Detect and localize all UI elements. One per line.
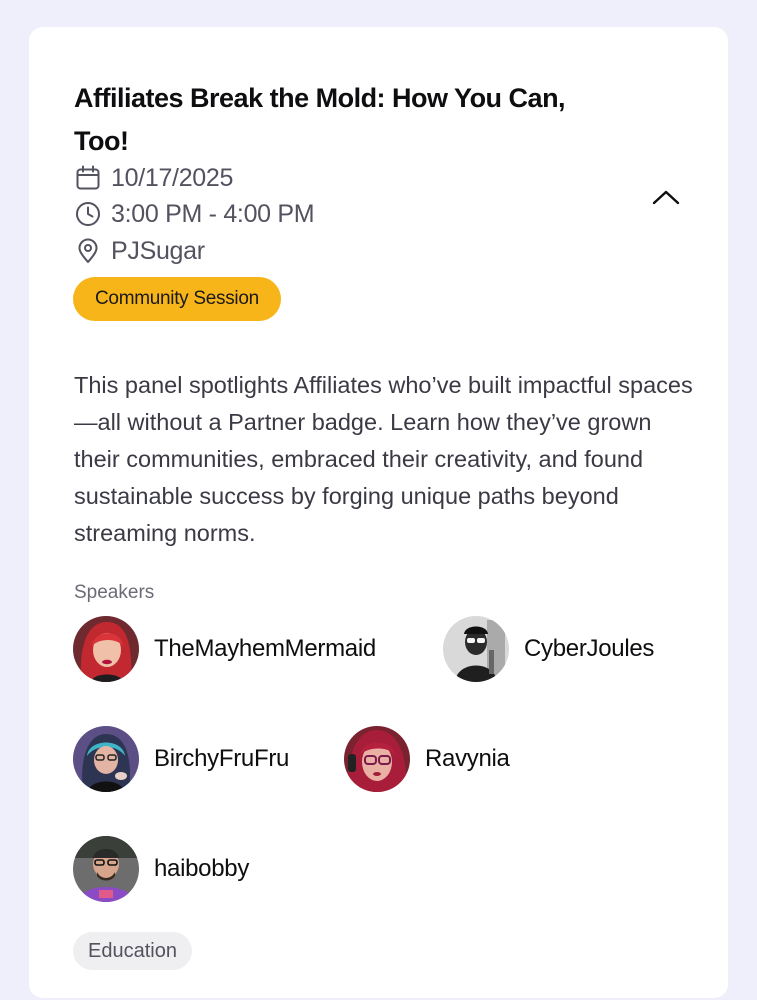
speaker-item[interactable]: Ravynia — [344, 726, 510, 792]
speaker-avatar — [344, 726, 410, 792]
event-location-row: PJSugar — [74, 236, 205, 266]
session-type-badge: Community Session — [73, 277, 281, 321]
speaker-name: TheMayhemMermaid — [154, 635, 376, 662]
speaker-name: CyberJoules — [524, 635, 655, 662]
topic-tag[interactable]: Education — [73, 932, 192, 970]
speaker-avatar — [443, 616, 509, 682]
speaker-name: BirchyFruFru — [154, 745, 290, 772]
collapse-button[interactable] — [645, 179, 687, 215]
event-date: 10/17/2025 — [111, 163, 234, 192]
speaker-item[interactable]: haibobby — [73, 836, 249, 902]
clock-icon — [74, 200, 102, 228]
speaker-name: Ravynia — [425, 745, 510, 772]
event-time-row: 3:00 PM - 4:00 PM — [74, 199, 315, 229]
speaker-avatar — [73, 616, 139, 682]
speaker-name: haibobby — [154, 855, 250, 882]
event-date-row: 10/17/2025 — [74, 163, 233, 193]
calendar-icon — [74, 164, 102, 192]
speaker-item[interactable]: TheMayhemMermaid — [73, 616, 376, 682]
speaker-avatar — [73, 726, 139, 792]
event-location: PJSugar — [111, 236, 205, 265]
chevron-up-icon — [652, 190, 680, 205]
location-pin-icon — [74, 237, 102, 265]
speaker-avatar — [73, 836, 139, 902]
speaker-item[interactable]: BirchyFruFru — [73, 726, 289, 792]
event-card: Affiliates Break the Mold: How You Can, … — [29, 27, 728, 998]
event-description: This panel spotlights Affiliates who’ve … — [74, 372, 693, 546]
speakers-heading: Speakers — [74, 582, 155, 603]
speaker-item[interactable]: CyberJoules — [443, 616, 654, 682]
event-time: 3:00 PM - 4:00 PM — [111, 199, 315, 228]
event-title: Affiliates Break the Mold: How You Can, … — [74, 83, 566, 156]
